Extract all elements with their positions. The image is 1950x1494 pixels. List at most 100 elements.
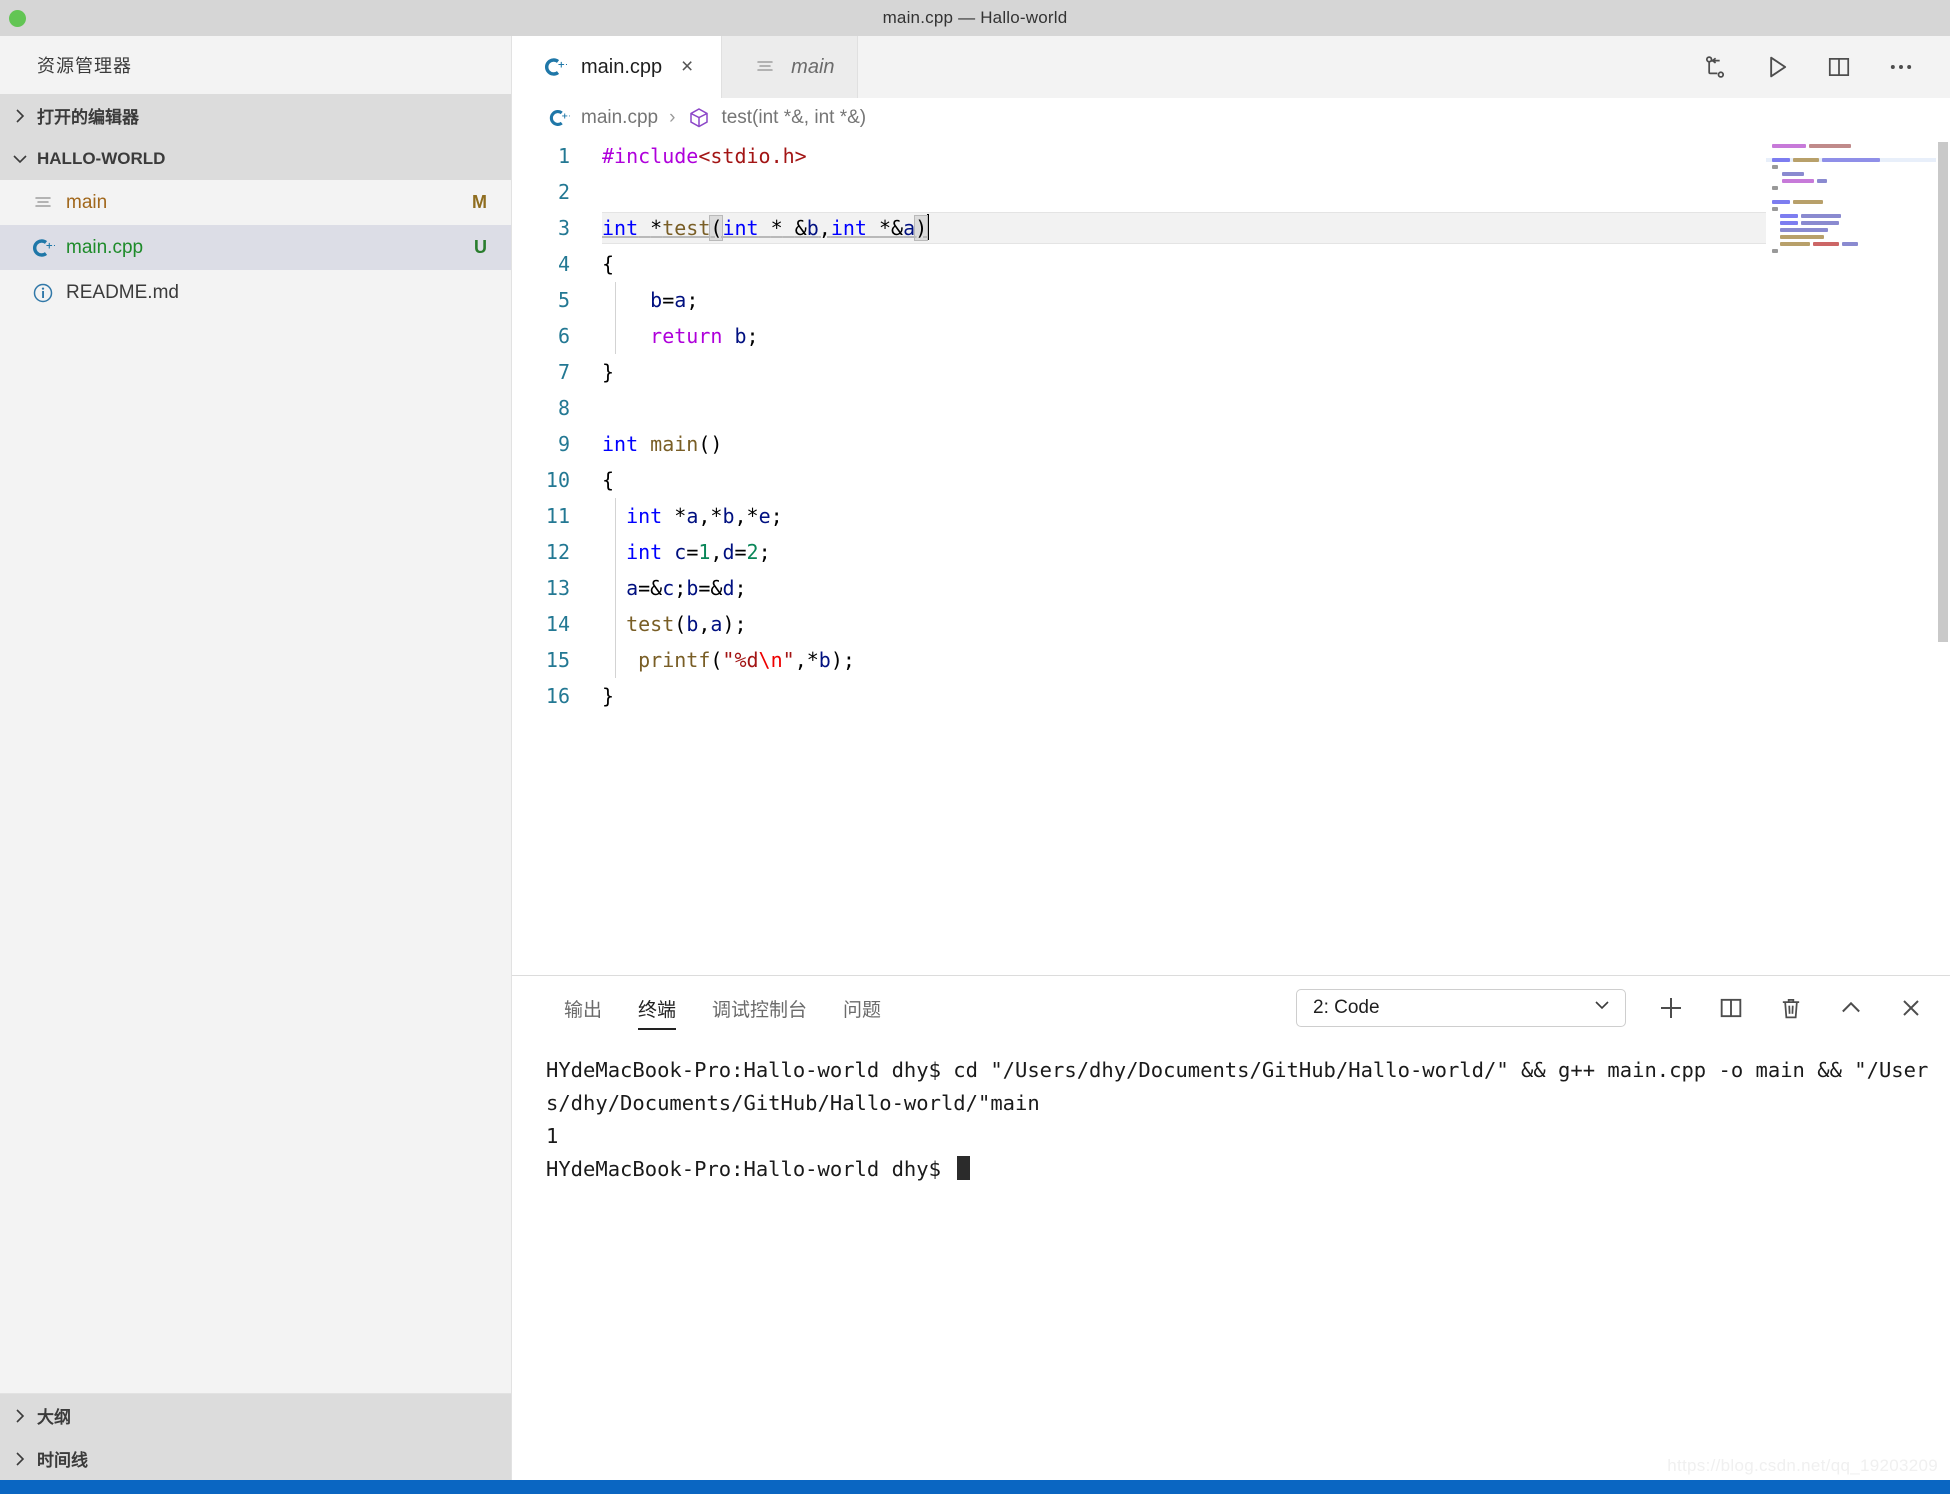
explorer-title: 资源管理器 [37, 56, 132, 76]
terminal-line: HYdeMacBook-Pro:Hallo-world dhy$ [546, 1157, 954, 1181]
sidebar-section-open-editors[interactable]: 打开的编辑器 [0, 94, 511, 137]
breadcrumb-item-symbol[interactable]: test(int *&, int *&) [721, 107, 866, 129]
code-line: 9 int main() [512, 426, 1950, 462]
line-number: 8 [557, 396, 570, 420]
code-line: 16 } [512, 678, 1950, 714]
file-tree: main M ++ main.cpp U [0, 180, 511, 1393]
bottom-panel: 输出 终端 调试控制台 问题 2: Code HYdeMacBook-Pro:H… [512, 975, 1950, 1480]
breadcrumb-item-file[interactable]: main.cpp [581, 107, 658, 129]
cpp-file-icon: ++ [30, 236, 56, 260]
workbench: 资源管理器 打开的编辑器 HALLO-WORLD main M + main.c… [0, 36, 1950, 1480]
panel-actions [1656, 993, 1926, 1023]
more-actions-icon[interactable] [1886, 52, 1916, 82]
new-terminal-icon[interactable] [1656, 993, 1686, 1023]
code-line: 2 [512, 174, 1950, 210]
editor-actions [1700, 36, 1950, 98]
editor-scrollbar[interactable] [1936, 138, 1950, 975]
line-number: 2 [557, 180, 570, 204]
close-panel-icon[interactable] [1896, 993, 1926, 1023]
code-line: 10 { [512, 462, 1950, 498]
symbol-method-icon [686, 106, 712, 130]
terminal-select[interactable]: 2: Code [1296, 989, 1626, 1027]
close-icon[interactable]: × [675, 55, 699, 79]
run-play-icon[interactable] [1762, 52, 1792, 82]
line-content: { [602, 252, 615, 276]
code-line: 8 [512, 390, 1950, 426]
code-line: 12 int c=1,d=2; [512, 534, 1950, 570]
editor-minimap[interactable] [1766, 138, 1936, 975]
code-line: 15 printf("%d\n",*b); [512, 642, 1950, 678]
panel-header: 输出 终端 调试控制台 问题 2: Code [512, 976, 1950, 1040]
kill-terminal-icon[interactable] [1776, 993, 1806, 1023]
svg-text:++: ++ [561, 110, 570, 120]
tabs-filler [857, 36, 1700, 98]
sidebar-section-hallo-world[interactable]: HALLO-WORLD [0, 137, 511, 180]
line-number: 1 [557, 144, 570, 168]
panel-tabs: 输出 终端 调试控制台 问题 [546, 976, 899, 1040]
cpp-file-icon: ++ [546, 107, 572, 129]
file-name: main [66, 191, 108, 213]
line-number: 15 [545, 648, 570, 672]
sidebar-section-outline[interactable]: 大纲 [0, 1394, 511, 1437]
panel-tab-problems[interactable]: 问题 [825, 976, 899, 1040]
line-content: printf("%d\n",*b); [638, 648, 855, 672]
line-number: 11 [545, 504, 570, 528]
panel-tab-terminal[interactable]: 终端 [620, 976, 694, 1040]
binary-file-icon [752, 56, 778, 78]
panel-tab-output[interactable]: 输出 [546, 976, 620, 1040]
chevron-right-icon [9, 1405, 31, 1427]
code-line: 7 } [512, 354, 1950, 390]
panel-tab-label: 终端 [638, 999, 677, 1021]
terminal-output[interactable]: HYdeMacBook-Pro:Hallo-world dhy$ cd "/Us… [512, 1040, 1950, 1480]
editor-scrollbar-thumb[interactable] [1938, 142, 1948, 642]
run-debug-icon[interactable] [1700, 52, 1730, 82]
editor-tab-label: main [791, 55, 835, 78]
chevron-right-icon [9, 105, 31, 127]
panel-tab-debug-console[interactable]: 调试控制台 [694, 976, 825, 1040]
line-number: 9 [557, 432, 570, 456]
sidebar-section-label: 打开的编辑器 [37, 108, 139, 127]
line-number: 5 [557, 288, 570, 312]
line-number: 10 [545, 468, 570, 492]
code-line-current: 3 int *test(int * &b,int *&a) [512, 210, 1950, 246]
line-number: 3 [557, 216, 570, 240]
line-content: test(b,a); [626, 612, 747, 636]
editor-area: ++ main.cpp × ma [512, 36, 1950, 1480]
line-content: a=&c;b=&d; [626, 576, 747, 600]
svg-text:++: ++ [46, 241, 56, 251]
line-number: 13 [545, 576, 570, 600]
split-terminal-icon[interactable] [1716, 993, 1746, 1023]
breadcrumb: ++ main.cpp › test(int *&, int *&) [512, 98, 1950, 138]
editor-tab-main-cpp[interactable]: ++ main.cpp × [512, 36, 723, 98]
editor-tab-main[interactable]: main [722, 36, 858, 98]
panel-tab-label: 问题 [843, 999, 882, 1021]
git-status-badge: U [474, 237, 487, 257]
chevron-down-icon [9, 148, 31, 170]
line-content: return b; [650, 324, 759, 348]
file-tree-item-main-cpp[interactable]: ++ main.cpp U [0, 225, 511, 270]
split-editor-icon[interactable] [1824, 52, 1854, 82]
editor-tab-label: main.cpp [581, 55, 663, 78]
terminal-line: HYdeMacBook-Pro:Hallo-world dhy$ cd "/Us… [546, 1058, 1929, 1115]
code-line: 1 #include<stdio.h> [512, 138, 1950, 174]
sidebar-section-timeline[interactable]: 时间线 [0, 1437, 511, 1480]
line-number: 7 [557, 360, 570, 384]
chevron-down-icon [1591, 994, 1613, 1022]
chevron-right-icon [9, 1448, 31, 1470]
line-content: } [602, 684, 615, 708]
file-tree-item-main[interactable]: main M [0, 180, 511, 225]
editor-tabs: ++ main.cpp × ma [512, 36, 1950, 98]
code-editor[interactable]: 1 #include<stdio.h> 2 3 int *test(int * … [512, 138, 1950, 975]
terminal-line: 1 [546, 1124, 559, 1148]
line-content: b=a; [650, 288, 699, 312]
line-content: int c=1,d=2; [626, 540, 771, 564]
info-file-icon [30, 281, 56, 305]
code-line: 11 int *a,*b,*e; [512, 498, 1950, 534]
line-number: 16 [545, 684, 570, 708]
sidebar-explorer: 资源管理器 打开的编辑器 HALLO-WORLD main M + main.c… [0, 36, 512, 1480]
status-bar[interactable] [0, 1480, 1950, 1494]
maximize-panel-icon[interactable] [1836, 993, 1866, 1023]
window-title: main.cpp — Hallo-world [882, 8, 1068, 27]
sidebar-section-label: 时间线 [37, 1451, 88, 1470]
file-tree-item-readme[interactable]: README.md [0, 270, 511, 315]
